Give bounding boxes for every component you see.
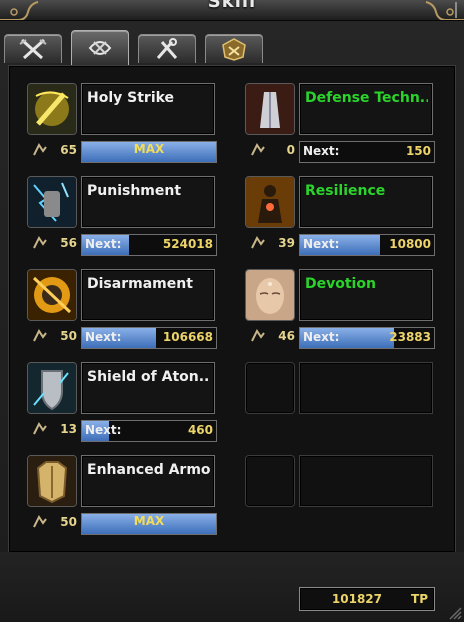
next-label: Next: (303, 237, 340, 251)
skill-exp-bar: Next: 106668 (81, 327, 217, 349)
next-value: 106668 (162, 330, 213, 344)
skill-exp-bar: Next: 150 (299, 141, 435, 163)
tab-special[interactable] (205, 34, 263, 63)
skill-level-icon (33, 236, 47, 249)
skill-name: Punishment (87, 183, 182, 199)
max-label: MAX (133, 514, 165, 528)
skill-level-icon (33, 329, 47, 342)
empty-name-box (299, 455, 433, 507)
resize-grip-icon[interactable] (448, 606, 462, 620)
skill-name-box[interactable]: Enhanced Armor (81, 455, 215, 507)
skill-level-icon (33, 515, 47, 528)
skill-exp-bar: Next: 524018 (81, 234, 217, 256)
skill-level-icon (251, 329, 265, 342)
skill-panel: Holy Strike 65 MAX Defense Techn... 0 Ne… (8, 65, 456, 553)
skill-name-box[interactable]: Holy Strike (81, 83, 215, 135)
next-label: Next: (85, 237, 122, 251)
skill-level-icon (33, 143, 47, 156)
skill-name: Shield of Aton... (87, 369, 210, 385)
skill-name: Defense Techn... (305, 90, 428, 106)
empty-skill-slot (245, 362, 435, 454)
skill-slot-punishment: Punishment 56 Next: 524018 (27, 176, 217, 268)
tools-icon (156, 38, 178, 59)
skill-name: Enhanced Armor (87, 462, 210, 478)
next-label: Next: (85, 423, 122, 437)
skill-exp-bar: MAX (81, 141, 217, 163)
skill-level: 50 (60, 329, 77, 343)
skill-level: 0 (286, 143, 295, 157)
skill-level: 46 (278, 329, 295, 343)
devotion-icon[interactable] (245, 269, 295, 321)
empty-name-box (299, 362, 433, 414)
skill-name-box[interactable]: Shield of Aton... (81, 362, 215, 414)
skill-level: 50 (60, 515, 77, 529)
skill-level-icon (251, 143, 265, 156)
defense-technique-icon[interactable] (245, 83, 295, 135)
next-value: 10800 (389, 237, 431, 251)
tab-bar (0, 30, 464, 66)
skill-slot-enhanced-armor: Enhanced Armor 50 MAX (27, 455, 217, 547)
next-value: 460 (187, 423, 213, 437)
skill-exp-bar: Next: 23883 (299, 327, 435, 349)
empty-icon-slot (245, 455, 295, 507)
skill-name-box[interactable]: Devotion (299, 269, 433, 321)
tp-label: TP (411, 592, 428, 606)
skill-name-box[interactable]: Resilience (299, 176, 433, 228)
skill-name-box[interactable]: Defense Techn... (299, 83, 433, 135)
skill-slot-devotion: Devotion 46 Next: 23883 (245, 269, 435, 361)
corner-ornament-right (425, 1, 464, 20)
next-value: 150 (405, 144, 431, 158)
skill-name: Devotion (305, 276, 376, 292)
skill-name-box[interactable]: Punishment (81, 176, 215, 228)
skill-name: Disarmament (87, 276, 193, 292)
tp-display: 101827 TP (299, 587, 435, 611)
crossed-swords-icon (19, 38, 47, 60)
skill-exp-bar: Next: 460 (81, 420, 217, 442)
next-label: Next: (303, 330, 340, 344)
crest-icon (222, 38, 246, 61)
skill-name: Resilience (305, 183, 386, 199)
next-value: 524018 (162, 237, 213, 251)
next-label: Next: (303, 144, 340, 158)
tp-value: 101827 (331, 592, 382, 606)
knot-emblem-icon (88, 41, 112, 55)
punishment-icon[interactable] (27, 176, 77, 228)
title-bar[interactable]: Skill (0, 0, 464, 21)
skill-slot-defense-technique: Defense Techn... 0 Next: 150 (245, 83, 435, 175)
skill-slot-holy-strike: Holy Strike 65 MAX (27, 83, 217, 175)
holy-strike-icon[interactable] (27, 83, 77, 135)
max-label: MAX (133, 142, 165, 156)
resilience-icon[interactable] (245, 176, 295, 228)
next-value: 23883 (389, 330, 431, 344)
skill-level: 39 (278, 236, 295, 250)
empty-icon-slot (245, 362, 295, 414)
enhanced-armor-icon[interactable] (27, 455, 77, 507)
window-title: Skill (207, 0, 257, 12)
disarmament-icon[interactable] (27, 269, 77, 321)
skill-level: 56 (60, 236, 77, 250)
skill-name-box[interactable]: Disarmament (81, 269, 215, 321)
skill-level: 13 (60, 422, 77, 436)
next-label: Next: (85, 330, 122, 344)
skill-window: Skill Holy Strike 65 MAX Defense Techn..… (0, 0, 464, 622)
skill-slot-resilience: Resilience 39 Next: 10800 (245, 176, 435, 268)
skill-level-icon (251, 236, 265, 249)
skill-level: 65 (60, 143, 77, 157)
tab-combat[interactable] (4, 34, 62, 63)
skill-level-icon (33, 422, 47, 435)
shield-of-atonement-icon[interactable] (27, 362, 77, 414)
tab-crafting[interactable] (138, 34, 196, 63)
tab-skills-active[interactable] (71, 30, 129, 65)
skill-exp-bar: Next: 10800 (299, 234, 435, 256)
skill-name: Holy Strike (87, 90, 175, 106)
skill-slot-disarmament: Disarmament 50 Next: 106668 (27, 269, 217, 361)
empty-skill-slot (245, 455, 435, 547)
skill-exp-bar: MAX (81, 513, 217, 535)
skill-slot-shield-of-atonement: Shield of Aton... 13 Next: 460 (27, 362, 217, 454)
